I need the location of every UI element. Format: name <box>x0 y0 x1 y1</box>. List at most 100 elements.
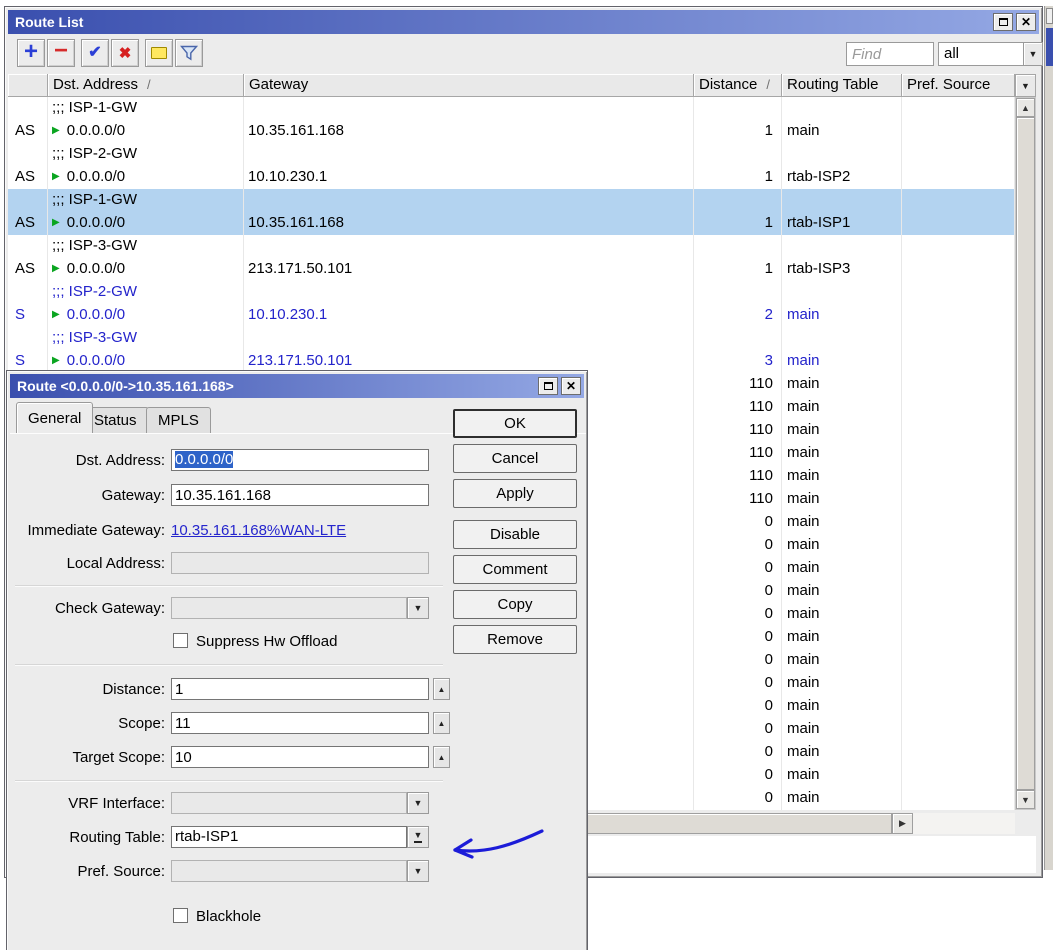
blackhole-checkbox[interactable] <box>173 908 188 923</box>
dst-address-input[interactable]: 0.0.0.0/0 <box>171 449 429 471</box>
vrf-interface-label: VRF Interface: <box>11 795 165 812</box>
close-button[interactable]: ✕ <box>1016 13 1036 31</box>
route-row[interactable]: AS▶0.0.0.0/010.35.161.1681main <box>8 120 1015 143</box>
route-row[interactable]: AS▶0.0.0.0/010.35.161.1681rtab-ISP1 <box>8 212 1015 235</box>
scroll-down-button[interactable]: ▼ <box>1016 790 1035 809</box>
cell-distance <box>694 281 782 304</box>
route-dialog-titlebar[interactable]: Route <0.0.0.0/0->10.35.161.168> ✕ <box>10 374 584 398</box>
routing-table-input[interactable]: rtab-ISP1 <box>171 826 407 848</box>
chevron-down-icon: ▼ <box>414 603 423 613</box>
cell-flags: AS <box>8 258 48 281</box>
comment-row[interactable]: ;;; ISP-1-GW <box>8 97 1015 120</box>
comment-row[interactable]: ;;; ISP-2-GW <box>8 281 1015 304</box>
cell-gateway <box>244 189 694 212</box>
cell-distance: 0 <box>694 580 782 603</box>
cell-pref-source <box>902 350 1015 373</box>
tab-general[interactable]: General <box>16 402 93 433</box>
disable-button[interactable]: Disable <box>453 520 577 549</box>
cell-distance: 0 <box>694 787 782 810</box>
column-chooser-button[interactable]: ▼ <box>1015 74 1036 97</box>
cell-dst-address: ;;; ISP-3-GW <box>48 235 244 258</box>
vrf-interface-dropdown-button[interactable]: ▼ <box>407 792 429 814</box>
cell-routing-table: main <box>782 626 902 649</box>
cell-pref-source <box>902 649 1015 672</box>
filter-icon <box>180 45 198 61</box>
maximize-button[interactable] <box>538 377 558 395</box>
filter-button[interactable] <box>175 39 203 67</box>
scroll-right-button[interactable]: ▶ <box>892 813 913 834</box>
cell-routing-table: main <box>782 350 902 373</box>
routing-table-dropdown-button[interactable]: ▼ <box>407 826 429 848</box>
copy-button[interactable]: Copy <box>453 590 577 619</box>
scope-label: Scope: <box>11 715 165 732</box>
distance-spin-up-button[interactable]: ▲ <box>433 678 450 700</box>
scroll-up-button[interactable]: ▲ <box>1016 98 1035 117</box>
cell-dst-address: ▶0.0.0.0/0 <box>48 258 244 281</box>
apply-button[interactable]: Apply <box>453 479 577 508</box>
cell-flags: AS <box>8 120 48 143</box>
close-button[interactable]: ✕ <box>561 377 581 395</box>
gateway-input[interactable] <box>171 484 429 506</box>
remove-route-button[interactable]: − <box>47 39 75 67</box>
suppress-hw-offload-label: Suppress Hw Offload <box>196 633 337 650</box>
cell-routing-table: rtab-ISP1 <box>782 212 902 235</box>
close-icon: ✕ <box>566 380 576 392</box>
column-header[interactable]: Dst. Address/ <box>48 74 244 97</box>
scope-input[interactable] <box>171 712 429 734</box>
maximize-button[interactable] <box>993 13 1013 31</box>
ok-button[interactable]: OK <box>453 409 577 438</box>
column-header-flags[interactable] <box>8 74 48 97</box>
vertical-scrollbar[interactable]: ▲ ▼ <box>1015 97 1036 810</box>
remove-button[interactable]: Remove <box>453 625 577 654</box>
tab-mpls[interactable]: MPLS <box>146 407 211 433</box>
comment-button[interactable]: Comment <box>453 555 577 584</box>
route-list-titlebar[interactable]: Route List ✕ <box>8 10 1039 34</box>
field-blackhole: Blackhole <box>7 906 447 928</box>
comment-row[interactable]: ;;; ISP-3-GW <box>8 327 1015 350</box>
scroll-right-icon: ▶ <box>899 818 906 829</box>
vertical-scroll-thumb[interactable] <box>1016 117 1035 790</box>
cell-flags: AS <box>8 212 48 235</box>
column-header[interactable]: Distance/ <box>694 74 782 97</box>
maximize-icon <box>999 18 1008 26</box>
add-route-button[interactable]: + <box>17 39 45 67</box>
check-gateway-dropdown-button[interactable]: ▼ <box>407 597 429 619</box>
cell-distance: 1 <box>694 258 782 281</box>
target-scope-spin-up-button[interactable]: ▲ <box>433 746 450 768</box>
route-arrow-icon: ▶ <box>52 125 60 136</box>
cell-pref-source <box>902 672 1015 695</box>
suppress-hw-offload-checkbox[interactable] <box>173 633 188 648</box>
cell-routing-table: main <box>782 373 902 396</box>
comment-row[interactable]: ;;; ISP-3-GW <box>8 235 1015 258</box>
comment-route-button[interactable] <box>145 39 173 67</box>
cell-routing-table: main <box>782 419 902 442</box>
cell-flags: AS <box>8 166 48 189</box>
route-list-toolbar: + − ✔ ✖ all ▼ <box>8 35 1041 73</box>
filter-scope-select[interactable]: all ▼ <box>938 42 1043 66</box>
cell-pref-source <box>902 396 1015 419</box>
route-row[interactable]: AS▶0.0.0.0/010.10.230.11rtab-ISP2 <box>8 166 1015 189</box>
immediate-gateway-link[interactable]: 10.35.161.168%WAN-LTE <box>171 522 346 539</box>
column-header[interactable]: Routing Table <box>782 74 902 97</box>
target-scope-input[interactable] <box>171 746 429 768</box>
column-header[interactable]: Pref. Source <box>902 74 1015 97</box>
distance-input[interactable] <box>171 678 429 700</box>
route-row[interactable]: AS▶0.0.0.0/0213.171.50.1011rtab-ISP3 <box>8 258 1015 281</box>
cancel-button[interactable]: Cancel <box>453 444 577 473</box>
find-input[interactable] <box>846 42 934 66</box>
pref-source-dropdown-button[interactable]: ▼ <box>407 860 429 882</box>
cell-routing-table: main <box>782 764 902 787</box>
enable-route-button[interactable]: ✔ <box>81 39 109 67</box>
comment-row[interactable]: ;;; ISP-1-GW <box>8 189 1015 212</box>
scroll-up-icon: ▲ <box>1021 103 1030 113</box>
cell-distance: 1 <box>694 212 782 235</box>
scope-spin-up-button[interactable]: ▲ <box>433 712 450 734</box>
cell-gateway: 10.10.230.1 <box>244 304 694 327</box>
column-header[interactable]: Gateway <box>244 74 694 97</box>
route-arrow-icon: ▶ <box>52 217 60 228</box>
disable-route-button[interactable]: ✖ <box>111 39 139 67</box>
comment-row[interactable]: ;;; ISP-2-GW <box>8 143 1015 166</box>
chevron-down-icon[interactable]: ▼ <box>1023 43 1042 65</box>
route-row[interactable]: S▶0.0.0.0/010.10.230.12main <box>8 304 1015 327</box>
cell-dst-address: ;;; ISP-2-GW <box>48 143 244 166</box>
